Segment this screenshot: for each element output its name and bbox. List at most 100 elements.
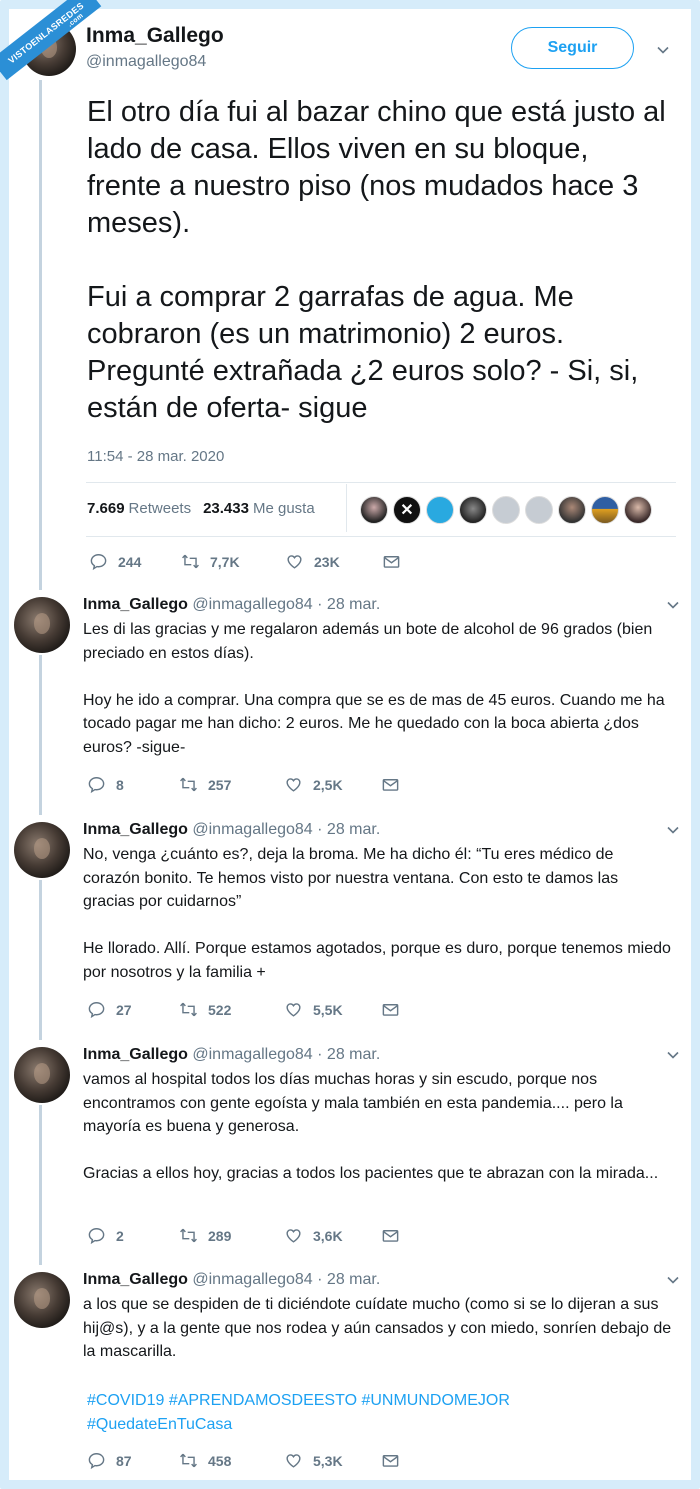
liker-avatar[interactable] <box>558 496 586 524</box>
retweet-action[interactable]: 7,7K <box>181 552 285 571</box>
author-handle[interactable]: @inmagallego84 <box>192 821 312 838</box>
like-action[interactable]: 2,5K <box>284 775 381 794</box>
thread-line <box>39 880 42 1040</box>
tweet-date[interactable]: · 28 mar. <box>317 1046 380 1063</box>
heart-icon <box>286 1229 301 1243</box>
author-name[interactable]: Inma_Gallego <box>83 1046 188 1063</box>
tweet-date[interactable]: · 28 mar. <box>317 821 380 838</box>
tweet-date[interactable]: · 28 mar. <box>317 596 380 613</box>
thread-line <box>39 80 42 590</box>
liker-avatar[interactable] <box>492 496 520 524</box>
likes-stat[interactable]: 23.433 Me gusta <box>203 500 315 517</box>
author-handle[interactable]: @inmagallego84 <box>192 596 312 613</box>
tweet-text: Les di las gracias y me regalaron además… <box>83 621 665 756</box>
reply-icon <box>88 777 105 794</box>
reply-header: Inma_Gallego @inmagallego84 · 28 mar. <box>83 1046 380 1064</box>
avatar[interactable] <box>14 822 70 878</box>
author-name[interactable]: Inma_Gallego <box>83 821 188 838</box>
liker-avatar[interactable] <box>624 496 652 524</box>
hashtag-links[interactable]: #COVID19 #APRENDAMOSDEESTO #UNMUNDOMEJOR… <box>87 1389 647 1436</box>
reply-action[interactable]: 87 <box>87 1451 179 1470</box>
author-handle[interactable]: @inmagallego84 <box>192 1046 312 1063</box>
message-action[interactable] <box>381 1451 410 1470</box>
tweet-text: a los que se despiden de ti diciéndote c… <box>83 1296 672 1360</box>
avatar[interactable] <box>14 1047 70 1103</box>
reply-action[interactable]: 8 <box>87 775 179 794</box>
retweet-icon <box>180 777 197 792</box>
like-action[interactable]: 5,3K <box>284 1451 381 1470</box>
envelope-icon <box>382 1004 399 1016</box>
divider <box>346 484 347 532</box>
divider <box>86 482 676 483</box>
heart-icon <box>286 778 301 792</box>
chevron-down-icon[interactable] <box>667 1049 679 1061</box>
like-action[interactable]: 23K <box>285 552 382 571</box>
retweet-icon <box>180 1453 197 1468</box>
chevron-down-icon[interactable] <box>667 824 679 836</box>
retweet-action[interactable]: 257 <box>179 775 284 794</box>
tweet-date[interactable]: · 28 mar. <box>317 1271 380 1288</box>
retweet-action[interactable]: 458 <box>179 1451 284 1470</box>
heart-icon <box>286 1003 301 1017</box>
liker-avatar[interactable] <box>591 496 619 524</box>
tweet-text: El otro día fui al bazar chino que está … <box>87 96 666 424</box>
author-name[interactable]: Inma_Gallego <box>86 24 224 48</box>
liker-avatar[interactable] <box>360 496 388 524</box>
reply-action[interactable]: 244 <box>89 552 181 571</box>
like-action[interactable]: 3,6K <box>284 1226 381 1245</box>
message-action[interactable] <box>381 1226 410 1245</box>
avatar[interactable] <box>14 597 70 653</box>
envelope-icon <box>382 1230 399 1242</box>
heart-icon <box>287 555 302 569</box>
author-handle[interactable]: @inmagallego84 <box>192 1271 312 1288</box>
reply-action[interactable]: 2 <box>87 1226 179 1245</box>
tweet-timestamp[interactable]: 11:54 - 28 mar. 2020 <box>87 448 224 465</box>
thread-line <box>39 655 42 815</box>
chevron-down-icon[interactable] <box>667 599 679 611</box>
chevron-down-icon[interactable] <box>667 1274 679 1286</box>
author-name[interactable]: Inma_Gallego <box>83 1271 188 1288</box>
tweet-actions: 2 289 3,6K <box>87 1226 410 1245</box>
author-handle[interactable]: @inmagallego84 <box>86 53 206 71</box>
retweet-action[interactable]: 522 <box>179 1000 284 1019</box>
liker-avatar[interactable]: ✕ <box>393 496 421 524</box>
liker-avatar[interactable] <box>426 496 454 524</box>
liker-avatars: ✕ <box>360 496 652 524</box>
follow-button[interactable]: Seguir <box>511 27 634 69</box>
chevron-down-icon[interactable] <box>657 44 669 56</box>
envelope-icon <box>382 1455 399 1467</box>
reply-action[interactable]: 27 <box>87 1000 179 1019</box>
message-action[interactable] <box>381 1000 410 1019</box>
thread-line <box>39 1105 42 1265</box>
liker-avatar[interactable] <box>459 496 487 524</box>
tweet-actions: 244 7,7K 23K <box>89 552 411 571</box>
retweet-icon <box>180 1228 197 1243</box>
retweet-icon <box>180 1002 197 1017</box>
reply-header: Inma_Gallego @inmagallego84 · 28 mar. <box>83 1271 380 1289</box>
heart-icon <box>286 1454 301 1468</box>
reply-header: Inma_Gallego @inmagallego84 · 28 mar. <box>83 821 380 839</box>
tweet-text: No, venga ¿cuánto es?, deja la broma. Me… <box>83 846 671 981</box>
reply-icon <box>88 1002 105 1019</box>
envelope-icon <box>383 556 400 568</box>
divider <box>86 536 676 537</box>
like-action[interactable]: 5,5K <box>284 1000 381 1019</box>
retweet-icon <box>182 554 199 569</box>
liker-avatar[interactable] <box>525 496 553 524</box>
message-action[interactable] <box>381 775 410 794</box>
avatar[interactable] <box>14 1272 70 1328</box>
message-action[interactable] <box>382 552 411 571</box>
author-name[interactable]: Inma_Gallego <box>83 596 188 613</box>
tweet-text: vamos al hospital todos los días muchas … <box>83 1071 659 1182</box>
envelope-icon <box>382 779 399 791</box>
reply-icon <box>88 1453 105 1470</box>
retweets-stat[interactable]: 7.669 Retweets <box>87 500 191 517</box>
tweet-actions: 8 257 2,5K <box>87 775 410 794</box>
tweet-actions: 27 522 5,5K <box>87 1000 410 1019</box>
reply-icon <box>90 554 107 571</box>
retweet-action[interactable]: 289 <box>179 1226 284 1245</box>
reply-icon <box>88 1228 105 1245</box>
reply-header: Inma_Gallego @inmagallego84 · 28 mar. <box>83 596 380 614</box>
tweet-stats: 7.669 Retweets 23.433 Me gusta <box>87 500 315 517</box>
tweet-actions: 87 458 5,3K <box>87 1451 410 1470</box>
